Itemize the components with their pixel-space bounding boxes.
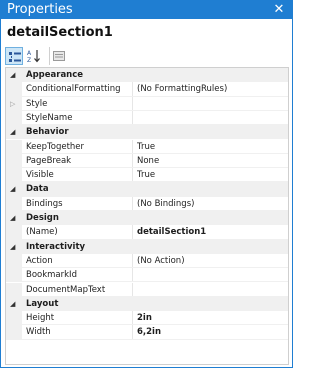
properties-toolbar: A Z <box>5 47 289 65</box>
property-row-documentmaptext[interactable]: DocumentMapText <box>6 282 288 297</box>
property-name: Bindings <box>26 198 63 209</box>
property-name: StyleName <box>26 112 73 123</box>
row-gutter <box>6 110 22 125</box>
row-gutter <box>6 253 22 268</box>
property-value[interactable]: (No Action) <box>137 254 285 267</box>
alphabetical-view-button[interactable]: A Z <box>25 47 43 65</box>
category-appearance[interactable]: ◢ Appearance <box>6 68 288 83</box>
property-value[interactable]: True <box>137 168 285 181</box>
property-value[interactable]: True <box>137 140 285 153</box>
category-data[interactable]: ◢ Data <box>6 182 288 197</box>
collapse-arrow-icon[interactable]: ◢ <box>10 297 20 311</box>
close-button[interactable]: ✕ <box>272 2 286 18</box>
collapse-arrow-icon[interactable]: ◢ <box>10 68 20 82</box>
property-row-visible[interactable]: Visible True <box>6 168 288 183</box>
category-label: Data <box>26 184 49 195</box>
category-label: Design <box>26 213 59 223</box>
column-divider[interactable] <box>132 282 133 296</box>
property-row-action[interactable]: Action (No Action) <box>6 253 288 269</box>
collapse-arrow-icon[interactable]: ◢ <box>10 125 20 139</box>
row-gutter <box>6 225 22 239</box>
property-value[interactable]: 6,2in <box>137 325 285 338</box>
property-row-bindings[interactable]: Bindings (No Bindings) <box>6 196 288 211</box>
row-gutter <box>6 196 22 210</box>
property-value[interactable] <box>137 268 285 281</box>
collapse-arrow-icon[interactable]: ◢ <box>10 182 20 196</box>
title-bar[interactable]: Properties ✕ <box>1 1 292 19</box>
property-name: KeepTogether <box>26 141 85 152</box>
category-layout[interactable]: ◢ Layout <box>6 296 288 312</box>
window-title: Properties <box>7 2 73 17</box>
properties-window: Properties ✕ detailSection1 A Z ◢ Appear… <box>0 0 293 368</box>
property-name: ConditionalFormatting <box>26 84 121 95</box>
category-label: Layout <box>26 298 59 309</box>
property-name: PageBreak <box>26 155 72 166</box>
property-value[interactable]: 2in <box>137 311 285 324</box>
column-divider[interactable] <box>132 225 133 239</box>
property-name: Width <box>26 327 51 338</box>
column-divider[interactable] <box>132 325 133 339</box>
column-divider[interactable] <box>132 268 133 282</box>
property-row-height[interactable]: Height 2in <box>6 311 288 326</box>
property-row-width[interactable]: Width 6,2in <box>6 325 288 340</box>
property-value[interactable]: detailSection1 <box>137 225 285 238</box>
expand-arrow-icon[interactable]: ▷ <box>10 97 20 111</box>
row-gutter <box>6 82 22 96</box>
column-divider[interactable] <box>132 139 133 153</box>
property-row-keeptogether[interactable]: KeepTogether True <box>6 139 288 154</box>
categorized-view-button[interactable] <box>5 47 23 65</box>
category-behavior[interactable]: ◢ Behavior <box>6 125 288 140</box>
row-gutter <box>6 311 22 325</box>
row-gutter <box>6 325 22 339</box>
property-grid: ◢ Appearance ConditionalFormatting (No Form… <box>5 67 289 365</box>
category-label: Appearance <box>26 70 84 80</box>
property-row-stylename[interactable]: StyleName <box>6 110 288 126</box>
property-name: Visible <box>26 170 54 181</box>
category-interactivity[interactable]: ◢ Interactivity <box>6 239 288 254</box>
property-name: Action <box>26 255 53 266</box>
property-row-pagebreak[interactable]: PageBreak None <box>6 153 288 169</box>
column-divider[interactable] <box>132 253 133 268</box>
category-design[interactable]: ◢ Design <box>6 211 288 226</box>
collapse-arrow-icon[interactable]: ◢ <box>10 211 20 225</box>
row-gutter <box>6 153 22 168</box>
category-label: Interactivity <box>26 241 86 252</box>
row-gutter <box>6 268 22 282</box>
column-divider[interactable] <box>132 196 133 210</box>
category-label: Behavior <box>26 127 69 138</box>
row-gutter <box>6 139 22 153</box>
property-pages-button[interactable] <box>49 47 67 65</box>
svg-text:A: A <box>27 50 32 57</box>
property-value[interactable]: (No Bindings) <box>137 197 285 210</box>
column-divider[interactable] <box>132 82 133 96</box>
property-value[interactable] <box>137 111 285 124</box>
property-name: Height <box>26 313 55 324</box>
property-row-conditionalformatting[interactable]: ConditionalFormatting (No FormattingRules… <box>6 82 288 97</box>
column-divider[interactable] <box>132 168 133 182</box>
property-pages-icon <box>53 51 65 61</box>
property-name: DocumentMapText <box>26 284 106 295</box>
property-value[interactable]: None <box>137 154 285 167</box>
categorized-icon <box>9 52 21 62</box>
column-divider[interactable] <box>132 96 133 110</box>
collapse-arrow-icon[interactable]: ◢ <box>10 240 20 254</box>
property-name: BookmarkId <box>26 270 77 281</box>
svg-text:Z: Z <box>27 57 31 64</box>
column-divider[interactable] <box>132 110 133 125</box>
selected-object-name: detailSection1 <box>7 25 113 40</box>
property-row-name[interactable]: (Name) detailSection1 <box>6 225 288 240</box>
column-divider[interactable] <box>132 311 133 325</box>
property-name: (Name) <box>26 227 58 238</box>
sort-az-icon: A Z <box>27 50 40 64</box>
property-row-bookmarkid[interactable]: BookmarkId <box>6 268 288 283</box>
property-value[interactable]: (No FormattingRules) <box>137 82 285 95</box>
property-value[interactable] <box>137 97 285 110</box>
row-gutter <box>6 282 22 296</box>
property-name: Style <box>26 98 48 109</box>
property-value[interactable] <box>137 283 285 296</box>
row-gutter <box>6 168 22 182</box>
property-row-style[interactable]: ▷ Style <box>6 96 288 111</box>
column-divider[interactable] <box>132 153 133 168</box>
